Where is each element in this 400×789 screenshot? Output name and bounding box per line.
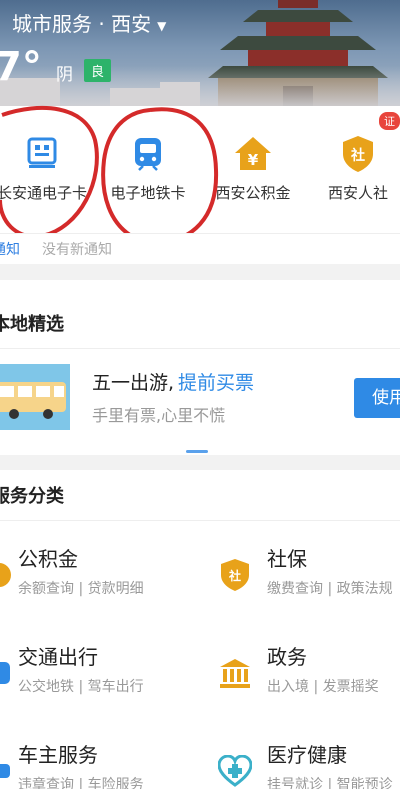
bus-illustration (0, 364, 70, 430)
service-desc: 余额查询 | 贷款明细 (18, 581, 144, 597)
promo-highlight: 提前买票 (178, 372, 255, 394)
service-item-government[interactable]: 政务 出入境 | 发票摇奖 (200, 626, 400, 722)
service-name: 交通出行 (18, 645, 98, 669)
divider (0, 520, 400, 521)
service-item-transport[interactable]: 交通出行 公交地铁 | 驾车出行 (0, 626, 200, 722)
service-desc: 公交地铁 | 驾车出行 (18, 679, 144, 695)
service-desc: 挂号就诊 | 智能预诊 (267, 777, 393, 789)
use-button[interactable]: 使用 (354, 378, 400, 418)
service-desc: 缴费查询 | 政策法规 (267, 581, 393, 597)
svg-text:¥: ¥ (248, 151, 259, 169)
shield-icon: 社 (218, 558, 252, 592)
quick-services: 长安通电子卡 电子地铁卡 ¥ 西安公积金 社 西安人社 (0, 106, 400, 233)
corner-badge: 证 (379, 112, 400, 130)
service-item-car-owner[interactable]: 车主服务 违章查询 | 车险服务 (0, 724, 200, 789)
service-desc: 出入境 | 发票摇奖 (267, 679, 379, 695)
aqi-badge: 良 (84, 59, 112, 82)
quick-item-social-security[interactable]: 社 西安人社 (298, 134, 400, 203)
section-title: 服务分类 (0, 486, 64, 507)
metro-icon (88, 134, 208, 174)
fund-icon (0, 558, 16, 592)
service-categories-section: 服务分类 公积金 余额查询 | 贷款明细 社 社保 缴费查询 | 政策法规 交通… (0, 470, 400, 789)
svg-text:社: 社 (350, 147, 365, 164)
chevron-down-icon: ▼ (157, 18, 167, 33)
service-item-social-security[interactable]: 社 社保 缴费查询 | 政策法规 (200, 528, 400, 624)
card-icon (0, 134, 102, 174)
transport-icon (0, 656, 16, 690)
section-title: 本地精选 (0, 314, 64, 335)
service-name: 车主服务 (18, 743, 98, 767)
service-name: 公积金 (18, 547, 78, 571)
medical-icon (218, 754, 252, 788)
social-security-icon: 社 (298, 134, 400, 174)
service-name: 政务 (267, 645, 307, 669)
quick-item-metro-card[interactable]: 电子地铁卡 (88, 134, 208, 203)
quick-item-changan-card[interactable]: 长安通电子卡 (0, 134, 102, 203)
page-title: 城市服务 · 西安 (12, 12, 152, 36)
service-item-medical[interactable]: 医疗健康 挂号就诊 | 智能预诊 (200, 724, 400, 789)
carousel-indicator (186, 450, 208, 453)
notice-tag: 通知 (0, 242, 20, 258)
service-name: 医疗健康 (267, 743, 347, 767)
service-name: 社保 (267, 547, 307, 571)
building (110, 88, 160, 106)
government-icon (218, 656, 252, 690)
weather-text: 阴 (56, 65, 73, 85)
city-selector[interactable]: 城市服务 · 西安 ▼ (12, 8, 166, 37)
building (160, 82, 200, 106)
quick-item-label: 长安通电子卡 (0, 184, 87, 202)
service-item-housing-fund[interactable]: 公积金 余额查询 | 贷款明细 (0, 528, 200, 624)
svg-text:社: 社 (228, 568, 241, 583)
promo-title[interactable]: 五一出游, 提前买票 (92, 368, 254, 395)
notice-text: 没有新通知 (42, 242, 112, 258)
quick-item-label: 西安公积金 (215, 184, 291, 202)
quick-item-housing-fund[interactable]: ¥ 西安公积金 (193, 134, 313, 203)
housing-fund-icon: ¥ (193, 134, 313, 174)
car-icon (0, 754, 16, 788)
promo-title-text: 五一出游, (92, 372, 175, 394)
temperature: 7° (0, 44, 42, 90)
service-desc: 违章查询 | 车险服务 (18, 777, 144, 789)
promo-subtitle: 手里有票,心里不慌 (92, 406, 226, 425)
divider (0, 348, 400, 349)
quick-item-label: 西安人社 (327, 184, 388, 202)
local-picks-section: 本地精选 五一出游, 提前买票 手里有票,心里不慌 使用 (0, 280, 400, 455)
notice-bar[interactable]: 通知 没有新通知 (0, 233, 400, 264)
header-banner: 城市服务 · 西安 ▼ 7° 阴 良 (0, 0, 400, 106)
quick-item-label: 电子地铁卡 (110, 184, 186, 202)
